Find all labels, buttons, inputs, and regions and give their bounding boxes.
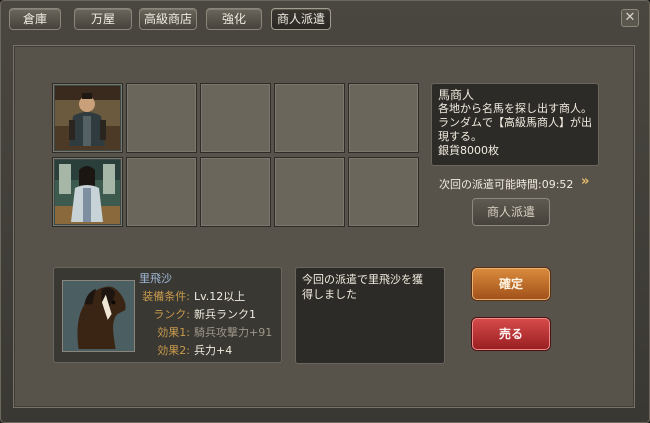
merchant-desc-line3: 現する。	[438, 130, 482, 143]
merchant-portrait-male	[55, 86, 120, 150]
merchant-slot-3[interactable]	[200, 83, 271, 153]
close-icon[interactable]: ✕	[621, 9, 639, 27]
tab-merchant-dispatch[interactable]: 商人派遣	[271, 8, 331, 30]
merchant-slot-1[interactable]	[52, 83, 123, 153]
merchant-slot-10[interactable]	[348, 157, 419, 227]
stat-value-effect2: 兵力+4	[194, 344, 233, 357]
sell-button[interactable]: 売る	[472, 318, 550, 350]
content-panel: 馬商人 各地から名馬を探し出す商人。 ランダムで【高級馬商人】が出 現する。 銀…	[13, 45, 635, 408]
merchant-cost: 銀貨8000枚	[438, 144, 499, 157]
merchant-portrait-female	[55, 160, 120, 224]
confirm-button[interactable]: 確定	[472, 268, 550, 300]
merchant-slot-6[interactable]	[52, 157, 123, 227]
merchant-slot-4[interactable]	[274, 83, 345, 153]
merchant-desc-line2: ランダムで【高級馬商人】が出	[438, 116, 592, 129]
tab-warehouse[interactable]: 倉庫	[9, 8, 61, 30]
tab-premium-shop[interactable]: 高級商店	[139, 8, 197, 30]
double-chevron-right-icon: »	[581, 174, 590, 189]
merchant-slot-9[interactable]	[274, 157, 345, 227]
result-message-box: 今回の派遣で里飛沙を獲 得しました	[295, 267, 445, 364]
stat-label-rank: ランク:	[153, 308, 190, 321]
stat-label-requirement: 装備条件:	[142, 290, 190, 303]
merchant-slot-2[interactable]	[126, 83, 197, 153]
merchant-info-box: 馬商人 各地から名馬を探し出す商人。 ランダムで【高級馬商人】が出 現する。 銀…	[431, 83, 599, 166]
tab-general-store[interactable]: 万屋	[74, 8, 132, 30]
merchant-desc-line1: 各地から名馬を探し出す商人。	[438, 102, 592, 115]
merchant-slot-8[interactable]	[200, 157, 271, 227]
stat-label-effect2: 効果2:	[157, 344, 190, 357]
horse-detail-box: 里飛沙 装備条件: Lv.12以上 ランク: 新兵ランク1 効果1: 騎兵攻撃力…	[53, 267, 282, 363]
dispatch-timer: 次回の派遣可能時間:09:52	[439, 178, 574, 191]
stat-value-requirement: Lv.12以上	[194, 290, 246, 303]
stat-label-effect1: 効果1:	[157, 326, 190, 339]
stat-value-rank: 新兵ランク1	[194, 308, 256, 321]
tab-enhance[interactable]: 強化	[206, 8, 262, 30]
result-message-line1: 今回の派遣で里飛沙を獲	[302, 273, 423, 286]
merchant-title: 馬商人	[438, 88, 475, 102]
merchant-window: 倉庫 万屋 高級商店 強化 商人派遣 ✕ 馬商人 各地から名馬を探し出す商人。 …	[0, 0, 650, 423]
stat-value-effect1: 騎兵攻撃力+91	[194, 326, 273, 339]
merchant-slot-7[interactable]	[126, 157, 197, 227]
dispatch-button[interactable]: 商人派遣	[472, 198, 550, 226]
result-message-line2: 得しました	[302, 288, 357, 301]
horse-portrait	[62, 280, 135, 352]
merchant-slot-5[interactable]	[348, 83, 419, 153]
horse-name: 里飛沙	[139, 272, 172, 285]
